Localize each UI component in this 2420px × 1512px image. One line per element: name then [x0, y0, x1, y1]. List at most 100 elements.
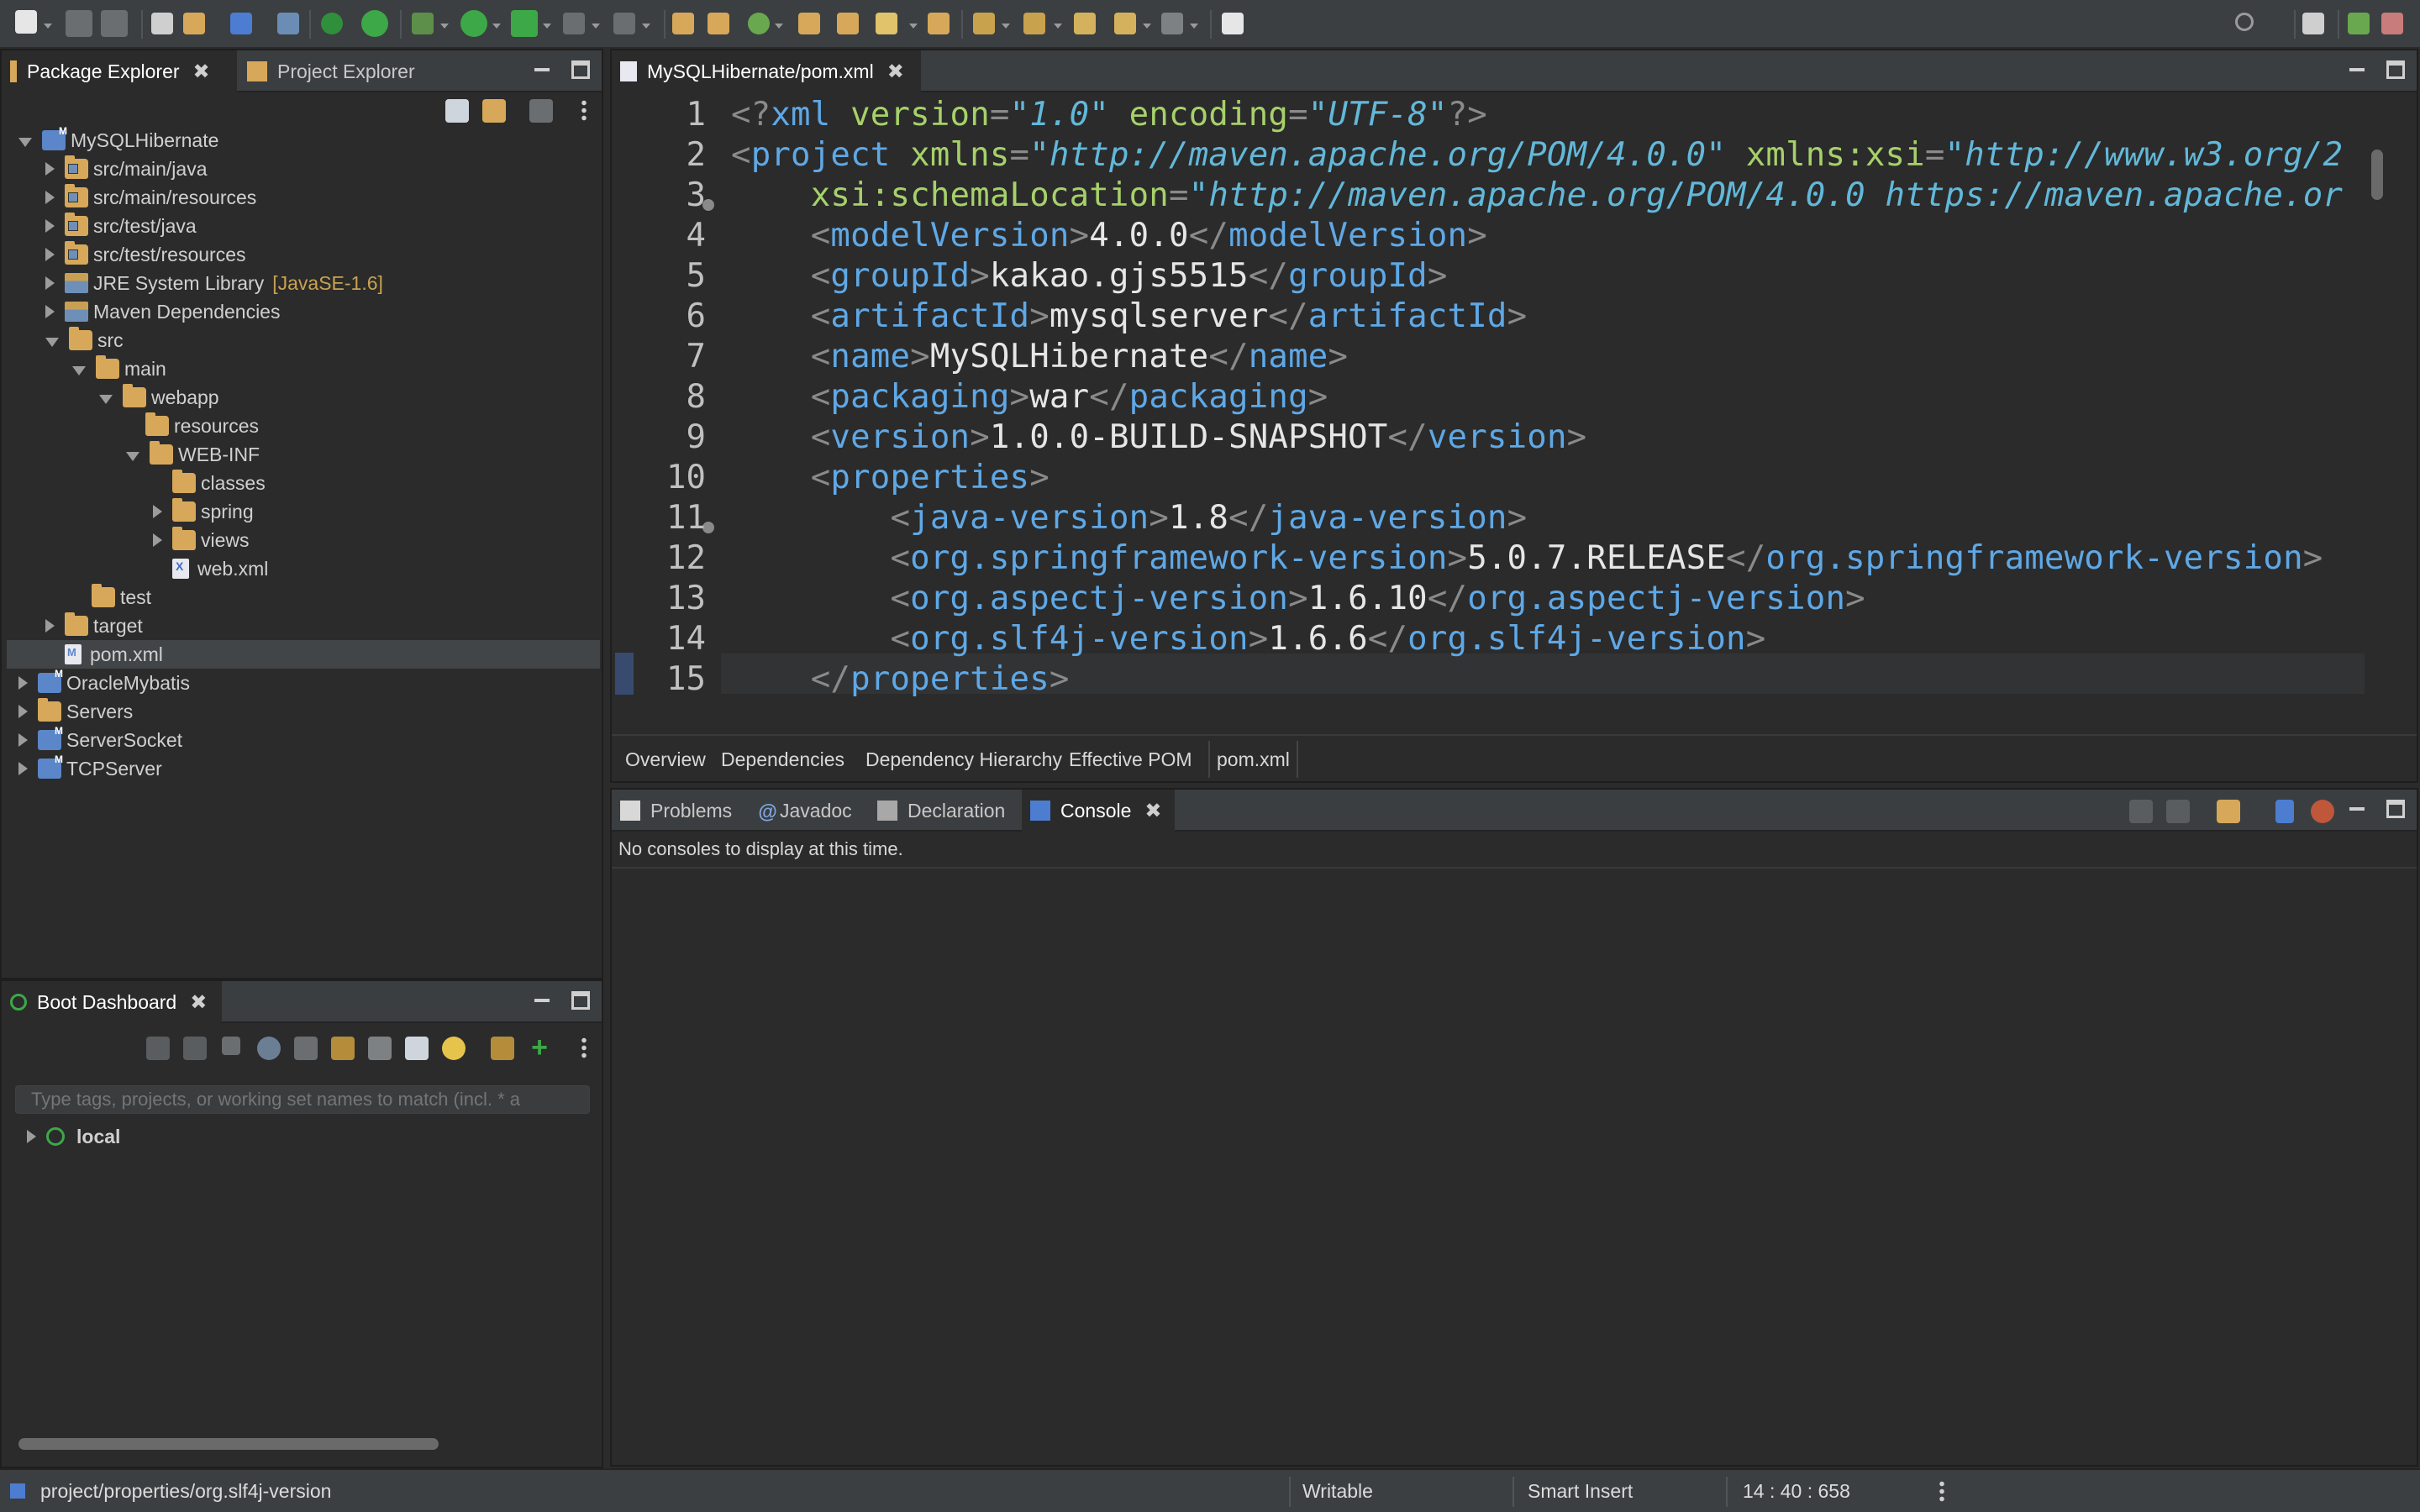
open-task-icon[interactable] [183, 13, 205, 34]
edit-config-icon[interactable] [368, 1037, 392, 1060]
tree-item[interactable]: src/test/java [45, 212, 197, 240]
back-icon[interactable] [1114, 13, 1136, 34]
expand-icon[interactable] [18, 705, 28, 718]
maximize-icon[interactable] [2386, 60, 2405, 79]
open-browser-icon[interactable] [257, 1037, 281, 1060]
edit-dropdown-icon[interactable] [909, 24, 918, 29]
expand-icon[interactable] [18, 733, 28, 747]
open-type-icon[interactable] [151, 13, 173, 34]
properties-icon[interactable] [405, 1037, 429, 1060]
maximize-icon[interactable] [571, 60, 590, 79]
tree-item[interactable]: src/main/resources [45, 183, 256, 212]
expand-icon[interactable] [45, 276, 55, 290]
dashboard-item-local[interactable]: local [27, 1122, 120, 1151]
new-icon[interactable] [15, 10, 37, 34]
tree-item[interactable]: JRE System Library [JavaSE-1.6] [45, 269, 383, 297]
expand-icon[interactable] [45, 619, 55, 633]
previous-annotation-icon[interactable] [1023, 13, 1045, 34]
tree-item[interactable]: web.xml [153, 554, 268, 583]
tab-pom-xml[interactable]: MySQLHibernate/pom.xml ✖ [612, 50, 921, 92]
terminal-icon[interactable] [230, 13, 252, 34]
tree-item[interactable]: TCPServer [18, 753, 162, 783]
debug-dropdown-icon[interactable] [440, 24, 449, 29]
close-icon[interactable]: ✖ [1144, 799, 1161, 823]
open-console-icon[interactable] [2217, 800, 2240, 823]
pin-console-icon[interactable] [2129, 800, 2153, 823]
open-project-icon[interactable] [928, 13, 950, 34]
new-dropdown-icon[interactable] [44, 24, 52, 29]
java-perspective-icon[interactable] [2381, 13, 2403, 34]
tree-item[interactable]: main [72, 354, 166, 383]
tree-item[interactable]: src/test/resources [45, 240, 246, 269]
open-console-icon[interactable] [294, 1037, 318, 1060]
editor-page-tab[interactable]: pom.xml [1208, 741, 1298, 778]
debug-icon[interactable] [183, 1037, 207, 1060]
tab-problems[interactable]: Problems [612, 790, 748, 832]
pin-editor-icon[interactable] [1222, 13, 1244, 34]
refresh-icon[interactable] [748, 13, 770, 34]
filter-input[interactable] [15, 1085, 590, 1114]
add-icon[interactable]: + [528, 1033, 551, 1062]
collapse-icon[interactable] [72, 365, 86, 375]
collapse-icon[interactable] [99, 394, 113, 404]
display-console-icon[interactable] [2166, 800, 2190, 823]
edit-icon[interactable] [876, 13, 897, 34]
tree-item[interactable]: WEB-INF [126, 440, 260, 469]
horizontal-scrollbar[interactable] [18, 1438, 439, 1450]
stop-dropdown-icon[interactable] [592, 24, 600, 29]
minimize-icon[interactable] [533, 991, 551, 1010]
collapse-icon[interactable] [18, 137, 32, 147]
link-icon[interactable] [331, 1037, 355, 1060]
open-folder-icon[interactable] [798, 13, 820, 34]
spring-perspective-icon[interactable] [2348, 13, 2370, 34]
expand-icon[interactable] [153, 505, 162, 518]
tab-console[interactable]: Console ✖ [1022, 790, 1175, 832]
expand-icon[interactable] [45, 162, 55, 176]
editor-page-tab[interactable]: Dependency Hierarchy [859, 741, 1069, 778]
tab-project-explorer[interactable]: Project Explorer [239, 50, 457, 92]
collapse-icon[interactable] [126, 451, 139, 461]
expand-icon[interactable] [45, 219, 55, 233]
status-insert-mode[interactable]: Smart Insert [1528, 1470, 1633, 1512]
collapse-icon[interactable] [45, 337, 59, 347]
forward-icon[interactable] [1161, 13, 1183, 34]
focus-on-task-icon[interactable] [529, 99, 553, 123]
expose-icon[interactable] [491, 1037, 514, 1060]
debug-icon[interactable] [412, 13, 434, 34]
last-edit-icon[interactable] [1074, 13, 1096, 34]
tree-item[interactable]: classes [153, 469, 266, 497]
tree-item[interactable]: target [45, 612, 143, 640]
next-annotation-icon[interactable] [973, 13, 995, 34]
close-icon[interactable]: ✖ [887, 60, 904, 84]
maximize-icon[interactable] [571, 991, 590, 1010]
minimize-icon[interactable] [2348, 60, 2366, 79]
back-dropdown-icon[interactable] [1143, 24, 1151, 29]
close-icon[interactable]: ✖ [190, 990, 207, 1015]
tree-item[interactable]: Maven Dependencies [45, 297, 280, 326]
run-dropdown-icon[interactable] [492, 24, 501, 29]
vertical-scrollbar[interactable] [2371, 150, 2383, 200]
tree-item[interactable]: views [153, 526, 250, 554]
tab-package-explorer[interactable]: Package Explorer ✖ [2, 50, 237, 92]
status-menu-icon[interactable] [1939, 1480, 1944, 1504]
run-external-icon[interactable] [511, 10, 538, 37]
link-with-editor-icon[interactable] [482, 99, 506, 123]
external-tools-dropdown-icon[interactable] [543, 24, 551, 29]
expand-icon[interactable] [18, 676, 28, 690]
boot-dashboard-icon[interactable] [321, 13, 343, 34]
save-icon[interactable] [66, 10, 92, 37]
search-icon[interactable] [2235, 13, 2254, 31]
expand-icon[interactable] [45, 248, 55, 261]
tree-item[interactable]: test [72, 583, 151, 612]
minimize-icon[interactable] [2348, 800, 2366, 818]
previous-annotation-dropdown-icon[interactable] [1054, 24, 1062, 29]
expand-icon[interactable] [27, 1130, 36, 1143]
new-package-icon[interactable] [708, 13, 729, 34]
tab-boot-dashboard[interactable]: Boot Dashboard ✖ [2, 981, 222, 1023]
coverage-dropdown-icon[interactable] [642, 24, 650, 29]
run-icon[interactable] [460, 10, 487, 37]
forward-dropdown-icon[interactable] [1190, 24, 1198, 29]
open-file-icon[interactable] [837, 13, 859, 34]
expand-icon[interactable] [45, 305, 55, 318]
tree-item[interactable]: OracleMybatis [18, 668, 190, 697]
